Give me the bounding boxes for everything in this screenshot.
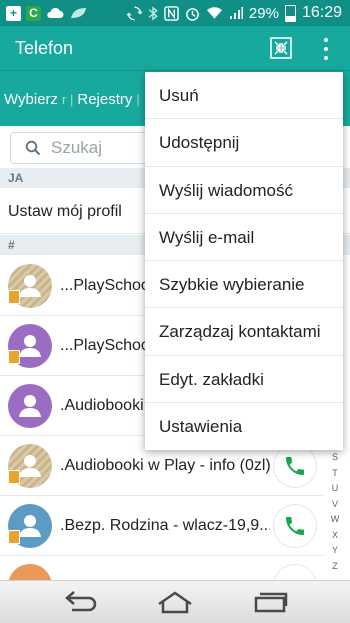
recents-icon[interactable]: [250, 589, 290, 615]
tab-call-log[interactable]: Rejestry: [73, 91, 136, 108]
sim-icon: [8, 290, 20, 304]
sim-icon: [8, 530, 20, 544]
cloud-icon: [46, 7, 64, 19]
contact-name: .Bezp. Rodzina - wlacz-19,9...: [60, 517, 270, 534]
app-title: Telefon: [15, 38, 74, 58]
call-button[interactable]: [273, 564, 317, 580]
compress-icon[interactable]: [270, 37, 292, 59]
avatar: [8, 384, 52, 428]
sync-icon: [126, 5, 142, 21]
menu-item-send-email[interactable]: Wyślij e-mail: [145, 214, 343, 261]
nfc-icon: [164, 5, 179, 21]
battery-icon: [284, 4, 296, 22]
alphabet-letter[interactable]: V: [328, 499, 342, 515]
back-icon[interactable]: [60, 589, 100, 615]
sim-icon: [8, 470, 20, 484]
battery-percent: 29%: [248, 4, 279, 22]
more-vert-icon[interactable]: [318, 36, 334, 62]
menu-item-send-message[interactable]: Wyślij wiadomość: [145, 167, 343, 214]
navigation-bar: [0, 580, 350, 623]
app-bar: Telefon: [0, 26, 350, 70]
phone-icon: [286, 457, 304, 475]
wifi-icon: [206, 6, 223, 20]
status-bar: + C 29% 16:29: [0, 0, 350, 26]
leaf-icon: [69, 7, 87, 19]
menu-item-edit-tabs[interactable]: Edyt. zakładki: [145, 356, 343, 403]
alphabet-letter[interactable]: Z: [328, 561, 342, 577]
bluetooth-icon: [148, 5, 158, 21]
alphabet-letter[interactable]: X: [328, 530, 342, 546]
home-icon[interactable]: [155, 589, 195, 615]
menu-item-speed-dial[interactable]: Szybkie wybieranie: [145, 261, 343, 309]
menu-item-share[interactable]: Udostępnij: [145, 119, 343, 167]
alarm-icon: [185, 6, 200, 21]
clock: 16:29: [301, 4, 342, 21]
alphabet-index[interactable]: S T U V W X Y Z: [328, 452, 342, 576]
contact-row[interactable]: .Bezp. Rodzina - wlacz-19,9...: [0, 496, 325, 556]
call-button[interactable]: [273, 444, 317, 488]
overflow-menu: Usuń Udostępnij Wyślij wiadomość Wyślij …: [145, 72, 343, 450]
contact-row[interactable]: [0, 556, 325, 580]
menu-item-settings[interactable]: Ustawienia: [145, 403, 343, 450]
alphabet-letter[interactable]: T: [328, 468, 342, 484]
menu-item-manage-contacts[interactable]: Zarządzaj kontaktami: [145, 308, 343, 356]
search-icon: [25, 140, 41, 156]
alphabet-letter[interactable]: W: [328, 514, 342, 530]
alphabet-letter[interactable]: Y: [328, 545, 342, 561]
phone-icon: [286, 517, 304, 535]
avatar: [8, 564, 52, 580]
sim-icon: [8, 350, 20, 364]
tab-divider: r |: [62, 91, 74, 107]
signal-icon: [229, 6, 243, 20]
add-icon: +: [6, 5, 21, 21]
tab-dial[interactable]: Wybierz: [0, 91, 62, 108]
alphabet-letter[interactable]: S: [328, 452, 342, 468]
menu-item-delete[interactable]: Usuń: [145, 72, 343, 120]
call-button[interactable]: [273, 504, 317, 548]
alphabet-letter[interactable]: U: [328, 483, 342, 499]
tab-divider: |: [136, 91, 140, 107]
app-badge-icon: C: [26, 5, 41, 21]
